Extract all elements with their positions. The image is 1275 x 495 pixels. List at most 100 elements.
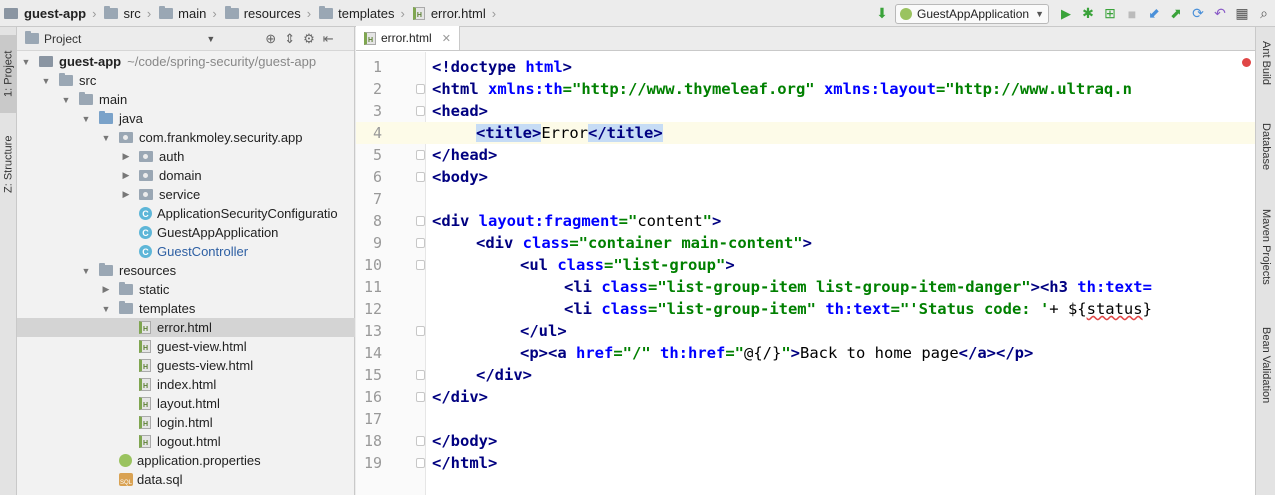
revert-icon[interactable]: ↶ (1209, 3, 1231, 25)
fold-icon[interactable] (416, 106, 425, 116)
tree-item[interactable]: ▶ auth (17, 147, 355, 166)
code-line[interactable]: 13 </ul> (356, 320, 1255, 342)
code-line[interactable]: 14 <p><a href ="/" th:href =" @{/} " > Back to … (356, 342, 1255, 364)
chevron-down-icon[interactable]: ▼ (21, 57, 31, 67)
code-line[interactable]: 17 (356, 408, 1255, 430)
tree-item[interactable]: ▶ service (17, 185, 355, 204)
tree-item[interactable]: SQL data.sql (17, 470, 355, 489)
search-icon[interactable]: ⌕ (1253, 3, 1275, 25)
error-indicator-icon[interactable] (1242, 58, 1251, 67)
chevron-down-icon[interactable]: ▼ (101, 304, 111, 314)
tab-maven-projects[interactable]: Maven Projects (1256, 209, 1275, 313)
chevron-down-icon[interactable]: ▼ (61, 95, 71, 105)
fold-icon[interactable] (416, 150, 425, 160)
fold-icon[interactable] (416, 238, 425, 248)
build-icon[interactable]: ⬇ (871, 3, 893, 25)
tab-error-html[interactable]: H error.html ✕ (356, 26, 460, 50)
tree-item[interactable]: Hlogin.html (17, 413, 355, 432)
tree-item[interactable]: ▼ resources (17, 261, 355, 280)
breadcrumb-item[interactable]: main › (155, 0, 221, 27)
code-line[interactable]: 6 <body> (356, 166, 1255, 188)
stop-icon[interactable]: ■ (1121, 3, 1143, 25)
code-line[interactable]: 10 <ul class ="list-group" > (356, 254, 1255, 276)
tab-database[interactable]: Database (1256, 123, 1275, 195)
vcs-commit-icon[interactable]: ⬈ (1165, 3, 1187, 25)
chevron-down-icon[interactable]: ▼ (81, 114, 91, 124)
tree-item[interactable]: Hindex.html (17, 375, 355, 394)
hide-panel-icon[interactable]: ⇤ (323, 31, 334, 47)
chevron-down-icon[interactable]: ▼ (206, 34, 215, 44)
tree-item[interactable]: Hlogout.html (17, 432, 355, 451)
breadcrumb-item[interactable]: resources › (221, 0, 315, 27)
fold-icon[interactable] (416, 172, 425, 182)
fold-icon[interactable] (416, 436, 425, 446)
tree-item[interactable]: ▶ static (17, 280, 355, 299)
breadcrumb-item[interactable]: src › (100, 0, 155, 27)
tree-item[interactable]: C GuestController (17, 242, 355, 261)
chevron-right-icon[interactable]: ▶ (121, 189, 131, 200)
chevron-down-icon[interactable]: ▼ (41, 76, 51, 86)
tree-item[interactable]: ▼ main (17, 90, 355, 109)
vcs-update-icon[interactable]: ⬋ (1143, 3, 1165, 25)
tree-item[interactable]: application.properties (17, 451, 355, 470)
code-line[interactable]: 11 <li class ="list-group-item list-group-… (356, 276, 1255, 298)
code-line[interactable]: 9 <div class ="container main-content" > (356, 232, 1255, 254)
fold-icon[interactable] (416, 260, 425, 270)
folder-icon (159, 5, 174, 19)
chevron-right-icon[interactable]: ▶ (121, 151, 131, 162)
vcs-history-icon[interactable]: ⟳ (1187, 3, 1209, 25)
chevron-down-icon[interactable]: ▼ (81, 266, 91, 276)
tree-item[interactable]: ▼ com.frankmoley.security.app (17, 128, 355, 147)
tab-project[interactable]: 1: Project (0, 35, 17, 113)
chevron-right-icon[interactable]: ▶ (101, 284, 111, 295)
tree-item[interactable]: ▼ src (17, 71, 355, 90)
run-icon[interactable]: ▶ (1055, 3, 1077, 25)
code-line[interactable]: 16 </div> (356, 386, 1255, 408)
locate-icon[interactable]: ⊕ (265, 31, 276, 47)
code-line[interactable]: 2 <html xmlns:th ="http://www.thymeleaf.or… (356, 78, 1255, 100)
tree-item[interactable]: C ApplicationSecurityConfiguratio (17, 204, 355, 223)
project-structure-icon[interactable]: ▦ (1231, 3, 1253, 25)
tree-item[interactable]: Hlayout.html (17, 394, 355, 413)
tree-item[interactable]: C GuestAppApplication (17, 223, 355, 242)
code-line[interactable]: 18 </body> (356, 430, 1255, 452)
chevron-right-icon[interactable]: ▶ (121, 170, 131, 181)
breadcrumb-item[interactable]: Herror.html › (409, 0, 500, 27)
code-line[interactable]: 1 <!doctype html > (356, 56, 1255, 78)
tree-item[interactable]: ▼ guest-app ~/code/spring-security/guest-a… (17, 52, 355, 71)
code-line[interactable]: 7 (356, 188, 1255, 210)
code-line[interactable]: 8 <div layout:fragment =" content " > (356, 210, 1255, 232)
breadcrumb-item[interactable]: guest-app › (0, 0, 100, 27)
run-configuration-select[interactable]: GuestAppApplication ▼ (895, 3, 1049, 24)
collapse-icon[interactable]: ⇕ (284, 31, 295, 47)
fold-icon[interactable] (416, 370, 425, 380)
debug-icon[interactable]: ✱ (1077, 3, 1099, 25)
fold-icon[interactable] (416, 458, 425, 468)
code-line[interactable]: 12 <li class ="list-group-item" th:text ="'… (356, 298, 1255, 320)
close-icon[interactable]: ✕ (442, 32, 451, 45)
tab-structure[interactable]: Z: Structure (0, 119, 17, 209)
code-line[interactable]: 15 </div> (356, 364, 1255, 386)
code-line[interactable]: 19 </html> (356, 452, 1255, 474)
tree-item[interactable]: Herror.html (17, 318, 355, 337)
fold-icon[interactable] (416, 326, 425, 336)
tab-ant-build[interactable]: Ant Build (1256, 41, 1275, 109)
fold-icon[interactable] (416, 84, 425, 94)
gear-icon[interactable]: ⚙ (303, 31, 315, 47)
fold-icon[interactable] (416, 392, 425, 402)
tree-item[interactable]: ▶ domain (17, 166, 355, 185)
tree-item[interactable]: ▼ java (17, 109, 355, 128)
tree-item[interactable]: Hguest-view.html (17, 337, 355, 356)
coverage-icon[interactable]: ⊞ (1099, 3, 1121, 25)
chevron-down-icon[interactable]: ▼ (101, 133, 111, 143)
code-line[interactable]: 5 </head> (356, 144, 1255, 166)
tree-item[interactable]: Hguests-view.html (17, 356, 355, 375)
code-line[interactable]: 3 <head> (356, 100, 1255, 122)
tab-bean-validation[interactable]: Bean Validation (1256, 327, 1275, 437)
project-view-select[interactable]: Project (44, 32, 81, 46)
code-area[interactable]: 1 <!doctype html >2 <html xmlns:th ="http://… (356, 56, 1255, 474)
fold-icon[interactable] (416, 216, 425, 226)
code-line[interactable]: 4 <title> Error </title> (356, 122, 1255, 144)
tree-item[interactable]: ▼ templates (17, 299, 355, 318)
breadcrumb-item[interactable]: templates › (315, 0, 409, 27)
